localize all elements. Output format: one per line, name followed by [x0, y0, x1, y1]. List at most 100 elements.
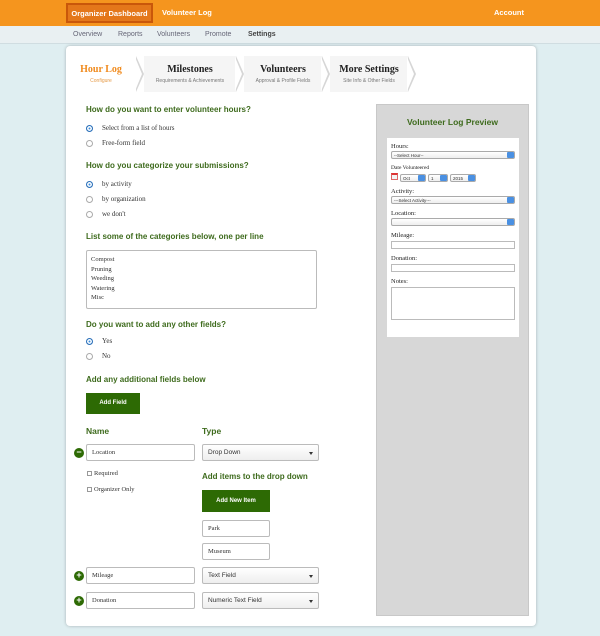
organizer-only-label: Organizer Only [94, 486, 135, 493]
organizer-only-checkbox[interactable] [87, 487, 92, 492]
dropdown-item-input[interactable]: Park [202, 520, 270, 537]
preview-hours-label: Hours: [391, 143, 409, 150]
radio-we-dont[interactable] [86, 211, 93, 218]
step-more-settings[interactable]: More Settings Site Info & Other Fields [330, 56, 408, 92]
label-by-organization: by organization [102, 195, 146, 203]
select-value: ---Select Activity--- [394, 198, 431, 203]
label-yes: Yes [102, 337, 113, 345]
preview-location-select[interactable] [391, 218, 515, 226]
step-separator [135, 56, 144, 92]
select-value: --Select Hour-- [394, 153, 424, 158]
radio-no[interactable] [86, 353, 93, 360]
add-field-button[interactable]: Add Field [86, 393, 140, 414]
step-title: Milestones [167, 64, 213, 75]
chevron-down-icon [507, 197, 514, 203]
preview-day-select[interactable]: 1 [428, 174, 448, 182]
field-type-select[interactable]: Numeric Text Field [202, 592, 319, 609]
field-name-input[interactable]: Mileage [86, 567, 195, 584]
step-separator [235, 56, 244, 92]
wizard-steps: Hour Log Configure Milestones Requiremen… [66, 56, 536, 92]
select-value: 1 [431, 176, 434, 181]
question-other-fields: Do you want to add any other fields? [86, 320, 227, 329]
chevron-down-icon [418, 175, 425, 181]
category-line: Pruning [91, 265, 112, 273]
chevron-down-icon [507, 152, 514, 158]
preview-donation-input[interactable] [391, 264, 515, 272]
radio-yes[interactable] [86, 338, 93, 345]
step-hour-log[interactable]: Hour Log Configure [66, 56, 136, 92]
field-name-input[interactable]: Donation [86, 592, 195, 609]
radio-select-list[interactable] [86, 125, 93, 132]
category-line: Watering [91, 284, 115, 292]
sub-navigation: Overview Reports Volunteers Promote Sett… [0, 26, 600, 44]
subnav-promote[interactable]: Promote [205, 31, 231, 38]
subnav-volunteers[interactable]: Volunteers [157, 31, 190, 38]
preview-form: Hours: --Select Hour-- Date Volunteered … [387, 138, 519, 337]
categories-textarea[interactable]: Compost Pruning Weeding Watering Misc [86, 250, 317, 309]
dropdown-items-heading: Add items to the drop down [202, 472, 308, 481]
preview-mileage-input[interactable] [391, 241, 515, 249]
remove-field-icon[interactable]: − [74, 448, 84, 458]
chevron-down-icon [468, 175, 475, 181]
step-separator [407, 56, 416, 92]
select-value: Numeric Text Field [208, 597, 262, 604]
preview-year-select[interactable]: 2015 [450, 174, 476, 182]
preview-month-select[interactable]: Oct [400, 174, 426, 182]
radio-free-form[interactable] [86, 140, 93, 147]
preview-location-label: Location: [391, 210, 416, 217]
tab-account[interactable]: Account [494, 3, 524, 23]
preview-activity-label: Activity: [391, 188, 415, 195]
caret-down-icon [309, 452, 313, 455]
question-additional-fields: Add any additional fields below [86, 375, 206, 384]
category-line: Compost [91, 256, 115, 263]
preview-mileage-label: Mileage: [391, 232, 415, 239]
add-new-item-button[interactable]: Add New Item [202, 490, 270, 512]
settings-card: Hour Log Configure Milestones Requiremen… [66, 46, 536, 626]
label-no: No [102, 352, 111, 360]
select-value: Oct [403, 176, 411, 181]
step-title: More Settings [339, 64, 399, 75]
subnav-settings[interactable]: Settings [248, 31, 276, 38]
dropdown-item-input[interactable]: Museum [202, 543, 270, 560]
step-subtitle: Configure [90, 78, 112, 84]
field-type-select[interactable]: Drop Down [202, 444, 319, 461]
tab-volunteer-log[interactable]: Volunteer Log [162, 3, 212, 23]
radio-by-activity[interactable] [86, 181, 93, 188]
label-by-activity: by activity [102, 180, 132, 188]
required-checkbox[interactable] [87, 471, 92, 476]
tab-organizer-dashboard[interactable]: Organizer Dashboard [66, 3, 153, 23]
select-value: Text Field [208, 572, 236, 579]
label-we-dont: we don't [102, 210, 126, 218]
column-type-heading: Type [202, 426, 222, 436]
step-subtitle: Approval & Profile Fields [255, 78, 311, 84]
required-label: Required [94, 470, 118, 477]
preview-title: Volunteer Log Preview [406, 117, 498, 127]
field-name-input[interactable]: Location [86, 444, 195, 461]
radio-by-organization[interactable] [86, 196, 93, 203]
preview-hours-select[interactable]: --Select Hour-- [391, 151, 515, 159]
label-free-form: Free-form field [102, 139, 145, 147]
subnav-overview[interactable]: Overview [73, 31, 102, 38]
question-categories-list: List some of the categories below, one p… [86, 232, 264, 241]
subnav-reports[interactable]: Reports [118, 31, 143, 38]
step-subtitle: Site Info & Other Fields [343, 78, 395, 84]
step-title: Hour Log [80, 64, 122, 75]
step-milestones[interactable]: Milestones Requirements & Achievements [144, 56, 236, 92]
add-field-icon[interactable]: + [74, 596, 84, 606]
step-volunteers[interactable]: Volunteers Approval & Profile Fields [244, 56, 322, 92]
preview-notes-textarea[interactable] [391, 287, 515, 320]
category-line: Misc [91, 294, 104, 302]
calendar-icon[interactable] [391, 173, 398, 180]
preview-activity-select[interactable]: ---Select Activity--- [391, 196, 515, 204]
caret-down-icon [309, 600, 313, 603]
add-field-icon[interactable]: + [74, 571, 84, 581]
step-separator [321, 56, 330, 92]
chevron-down-icon [507, 219, 514, 225]
preview-date-label: Date Volunteered [391, 165, 430, 171]
preview-notes-label: Notes: [391, 278, 408, 285]
field-type-select[interactable]: Text Field [202, 567, 319, 584]
category-line: Weeding [91, 275, 114, 283]
volunteer-log-preview: Volunteer Log Preview Hours: --Select Ho… [376, 104, 529, 616]
question-hours-entry: How do you want to enter volunteer hours… [86, 105, 251, 114]
column-name-heading: Name [86, 426, 110, 436]
